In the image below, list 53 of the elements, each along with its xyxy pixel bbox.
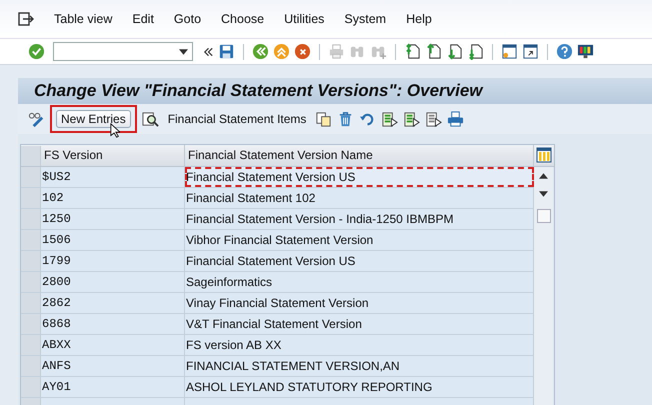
table-cell[interactable]: 6868 xyxy=(41,314,185,334)
copy-icon[interactable] xyxy=(315,110,332,128)
page-arrow-icon[interactable] xyxy=(425,43,442,60)
menu-item[interactable]: Choose xyxy=(211,12,274,26)
exit-icon[interactable] xyxy=(273,43,290,60)
screen-title: Change View "Financial Statement Versions": Overview xyxy=(34,81,482,101)
column-header[interactable]: Financial Statement Version Name xyxy=(185,145,534,166)
monitor-icon[interactable] xyxy=(577,43,594,60)
scroll-thumb[interactable] xyxy=(536,209,550,223)
page-arrow-icon[interactable] xyxy=(467,43,484,60)
save-icon[interactable] xyxy=(218,43,235,60)
table-settings-icon[interactable] xyxy=(536,147,552,163)
column-header[interactable]: FS Version xyxy=(41,145,185,166)
page-arrow-icon[interactable] xyxy=(404,43,421,60)
select-icon[interactable] xyxy=(381,110,398,128)
menu-item[interactable]: Goto xyxy=(164,12,212,26)
dropdown-arrow-icon[interactable] xyxy=(179,48,188,54)
table-cell[interactable]: 1250 xyxy=(41,209,185,229)
menu-icon[interactable] xyxy=(18,12,34,26)
menu-item[interactable]: Edit xyxy=(122,12,164,26)
table-cell[interactable]: 1506 xyxy=(41,230,185,250)
scrollbar[interactable] xyxy=(534,167,553,405)
table-cell[interactable]: 2862 xyxy=(41,293,185,313)
scroll-up-icon[interactable] xyxy=(539,173,548,179)
command-field[interactable] xyxy=(53,42,193,61)
financial-statement-items-button[interactable]: Financial Statement Items xyxy=(164,112,310,126)
back-icon[interactable] xyxy=(252,43,269,60)
new-entries-button[interactable]: New Entries xyxy=(56,110,131,128)
page-arrow-icon[interactable] xyxy=(446,43,463,60)
find-icon[interactable] xyxy=(142,110,159,128)
menu-item[interactable]: Table view xyxy=(44,12,122,26)
scroll-down-icon[interactable] xyxy=(539,191,548,197)
menu-item[interactable]: Utilities xyxy=(274,12,334,26)
table-cell[interactable]: 1799 xyxy=(41,251,185,271)
cancel-icon[interactable] xyxy=(294,43,311,60)
table-cell[interactable]: AY01 xyxy=(41,377,185,397)
printer-icon[interactable] xyxy=(447,110,464,128)
menu-item[interactable]: Help xyxy=(396,12,442,26)
select-icon[interactable] xyxy=(403,110,420,128)
table-cell[interactable]: 2800 xyxy=(41,272,185,292)
glasses-pencil-icon[interactable] xyxy=(28,110,45,128)
table-cell[interactable]: ABXX xyxy=(41,335,185,355)
collapse-icon[interactable] xyxy=(203,46,214,56)
menu-item[interactable]: System xyxy=(334,12,396,26)
shortcut-icon[interactable] xyxy=(522,43,539,60)
help-icon[interactable] xyxy=(556,43,573,60)
table-cell[interactable]: ANFS xyxy=(41,356,185,376)
enter-icon[interactable] xyxy=(28,43,45,60)
table-cell[interactable]: Financial Statement Version US xyxy=(185,167,534,187)
mouse-pointer-icon xyxy=(110,123,120,138)
select-icon[interactable] xyxy=(425,110,442,128)
table-cell[interactable]: 102 xyxy=(41,188,185,208)
new-window-icon[interactable] xyxy=(501,43,518,60)
